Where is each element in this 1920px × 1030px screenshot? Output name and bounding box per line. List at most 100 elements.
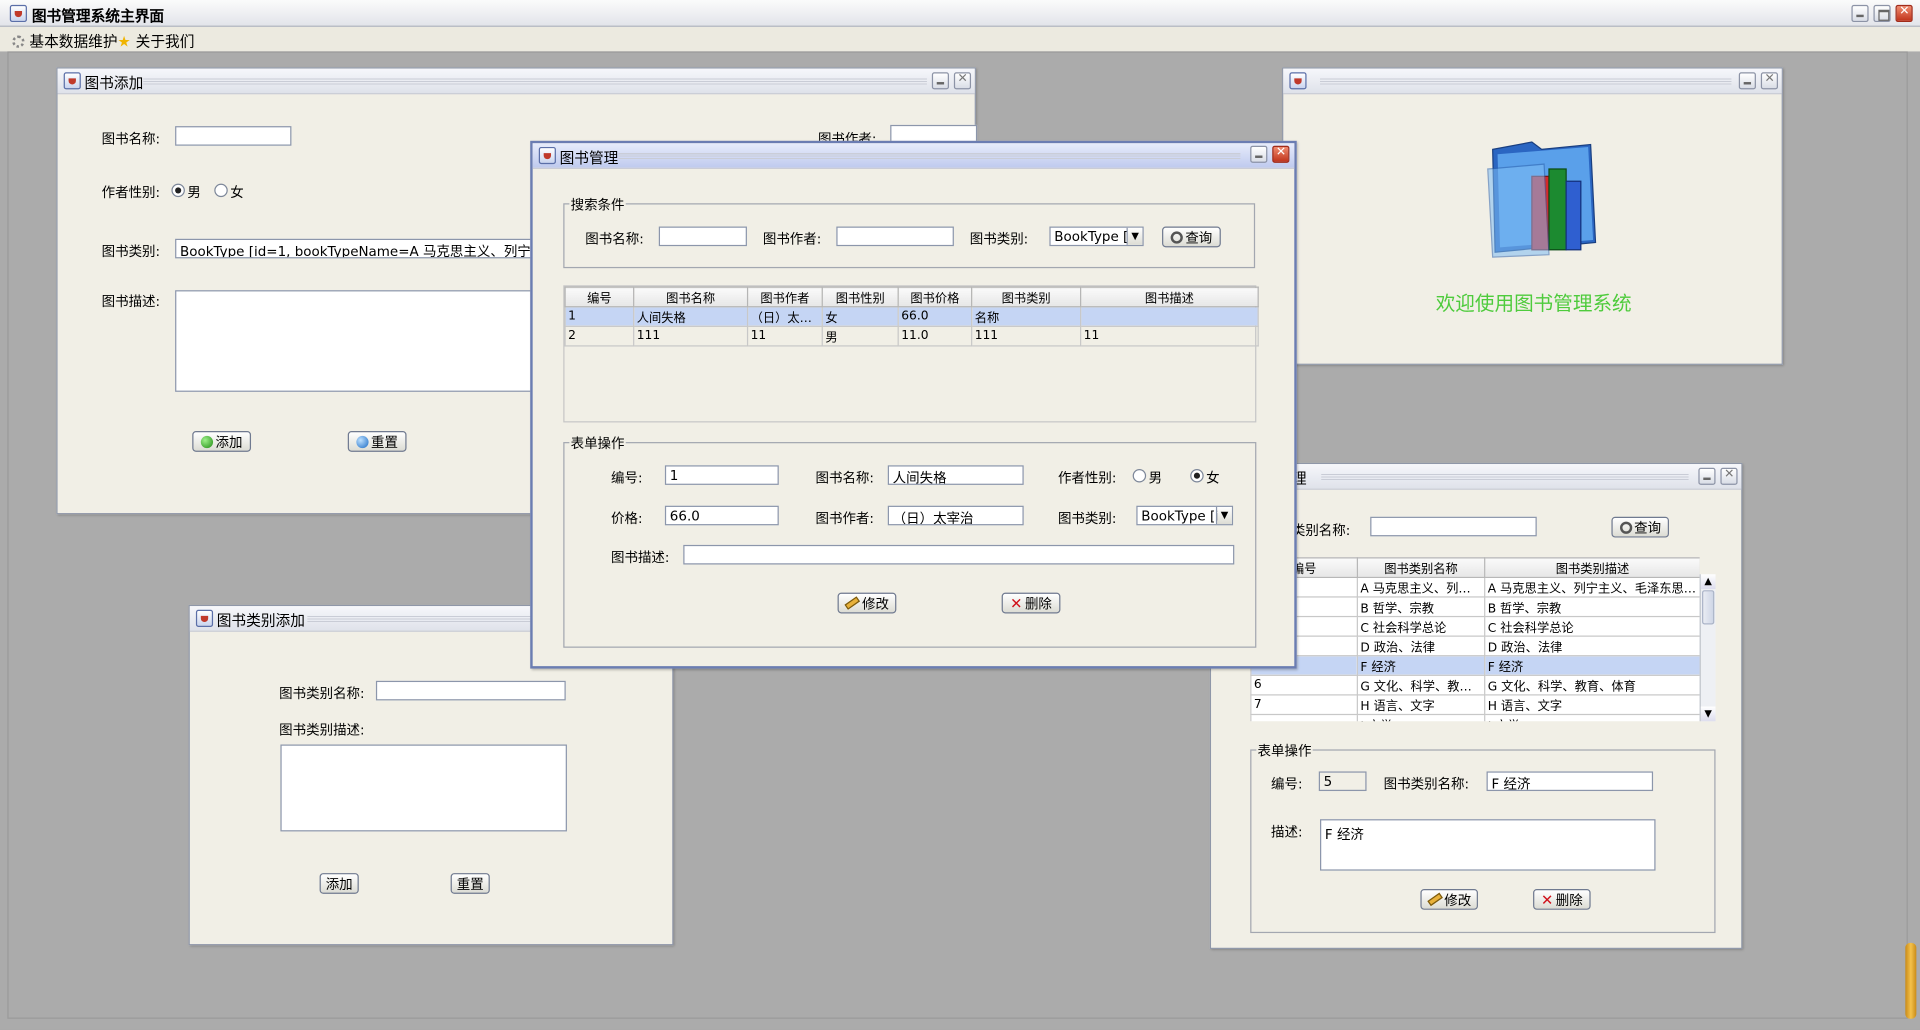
col-header-type[interactable]: 图书类别 (971, 286, 1082, 308)
table-cell-price[interactable]: 66.0 (897, 306, 973, 327)
table-cell-name[interactable]: C 社会科学总论 (1356, 615, 1486, 637)
reset-button[interactable]: 重置 (347, 431, 407, 452)
col-header-sex[interactable]: 图书性别 (821, 286, 899, 308)
table-cell-desc[interactable]: 11 (1080, 325, 1259, 347)
table-row[interactable]: F 经济 F 经济 (1250, 655, 1700, 676)
table-cell-desc[interactable]: B 哲学、宗教 (1484, 596, 1700, 618)
book-desc-textarea[interactable] (175, 290, 543, 392)
table-cell-name[interactable]: 人间失格 (633, 306, 749, 327)
table-cell-name[interactable]: B 哲学、宗教 (1356, 596, 1486, 618)
booktype-name-input[interactable] (375, 680, 566, 701)
table-cell-desc[interactable] (1080, 306, 1259, 327)
table-cell-type[interactable]: 111 (971, 325, 1082, 347)
table-row[interactable]: I 文学I 文学 (1250, 713, 1700, 722)
table-cell-desc[interactable]: F 经济 (1484, 655, 1700, 676)
booktype-modify-button[interactable]: 修改 (1420, 888, 1478, 910)
booktype-delete-button[interactable]: ✕ 删除 (1533, 888, 1591, 910)
close-button[interactable] (1272, 145, 1290, 163)
table-row[interactable]: A 马克思主义、列宁... A 马克思主义、列宁主义、毛泽东思想... (1250, 576, 1700, 598)
table-cell-price[interactable]: 11.0 (897, 325, 973, 347)
main-title-bar[interactable]: 图书管理系统主界面 (0, 0, 1920, 27)
table-cell-id[interactable]: 6 (1250, 674, 1358, 696)
table-cell-name[interactable]: A 马克思主义、列宁... (1356, 576, 1486, 598)
table-cell-desc[interactable]: A 马克思主义、列宁主义、毛泽东思想... (1484, 576, 1700, 598)
table-cell-name[interactable]: G 文化、科学、教育... (1356, 674, 1486, 696)
booktype-form-desc-textarea[interactable]: F 经济 (1320, 819, 1656, 871)
booktype-form-name-input[interactable]: F 经济 (1486, 771, 1654, 792)
chevron-down-icon[interactable]: ▼ (1126, 227, 1143, 245)
female-radio[interactable] (214, 183, 228, 198)
table-cell-name[interactable]: 111 (633, 325, 749, 347)
booktype-desc-textarea[interactable] (280, 744, 567, 832)
search-type-combo[interactable]: BookType [... ▼ (1049, 226, 1144, 247)
book-modify-button[interactable]: 修改 (837, 592, 897, 614)
resize-grip[interactable] (1905, 942, 1917, 1019)
form-price-input[interactable]: 66.0 (664, 505, 779, 526)
table-cell-author[interactable]: 11 (746, 325, 823, 347)
minimize-button[interactable] (1851, 4, 1869, 23)
booktype-reset-button[interactable]: 重置 (450, 873, 490, 894)
table-cell-desc[interactable]: C 社会科学总论 (1484, 615, 1700, 637)
book-name-input[interactable] (175, 126, 292, 146)
scroll-down-icon[interactable]: ▼ (1700, 706, 1716, 722)
scroll-up-icon[interactable]: ▲ (1700, 574, 1716, 589)
table-cell-id[interactable]: 2 (564, 325, 635, 347)
book-manage-title-bar[interactable]: 图书管理 (532, 143, 1295, 169)
minimize-button[interactable] (1738, 72, 1756, 90)
table-row[interactable]: 2 111 11 男 11.0 111 11 (564, 325, 1259, 347)
close-button[interactable] (1895, 4, 1913, 23)
table-cell-author[interactable]: （日）太宰治 (746, 306, 823, 327)
minimize-button[interactable] (1250, 145, 1268, 163)
table-cell-desc[interactable]: I 文学 (1484, 713, 1700, 722)
col-header-name[interactable]: 图书类别名称 (1356, 557, 1486, 578)
search-name-input[interactable] (658, 226, 747, 247)
welcome-title-bar[interactable] (1283, 68, 1782, 95)
booktype-add-button[interactable]: 添加 (319, 873, 359, 894)
col-header-name[interactable]: 图书名称 (633, 286, 749, 308)
book-add-title-bar[interactable]: 图书添加 (57, 68, 975, 95)
table-cell-id[interactable] (1250, 713, 1358, 722)
col-header-desc[interactable]: 图书描述 (1080, 286, 1259, 308)
col-header-id[interactable]: 编号 (564, 286, 635, 308)
table-cell-name[interactable]: F 经济 (1356, 655, 1486, 676)
book-query-button[interactable]: 查询 (1162, 226, 1221, 248)
col-header-author[interactable]: 图书作者 (746, 286, 823, 308)
minimize-button[interactable] (1698, 467, 1716, 485)
col-header-desc[interactable]: 图书类别描述 (1484, 557, 1700, 578)
table-cell-name[interactable]: H 语言、文字 (1356, 694, 1486, 716)
book-delete-button[interactable]: ✕ 删除 (1001, 592, 1061, 614)
form-author-input[interactable]: （日）太宰治 (887, 505, 1024, 526)
table-cell-sex[interactable]: 男 (821, 325, 899, 347)
col-header-price[interactable]: 图书价格 (897, 286, 973, 308)
booktype-id-input[interactable]: 5 (1318, 771, 1367, 792)
close-button[interactable] (1760, 72, 1778, 90)
form-id-input[interactable]: 1 (664, 465, 779, 485)
form-male-radio[interactable] (1132, 468, 1147, 483)
table-cell-sex[interactable]: 女 (821, 306, 899, 327)
add-button[interactable]: 添加 (192, 431, 252, 452)
male-radio[interactable] (171, 183, 185, 198)
form-type-combo[interactable]: BookType [i... ▼ (1136, 505, 1234, 526)
booktype-table-scrollbar[interactable]: ▲ ▼ (1699, 574, 1716, 722)
form-desc-input[interactable] (683, 544, 1235, 565)
form-female-radio[interactable] (1190, 468, 1204, 483)
book-type-combo[interactable]: BookType [id=1, bookTypeName=A 马克思主义、列宁主… (175, 238, 543, 259)
table-cell-type[interactable]: 名称 (971, 306, 1082, 327)
close-button[interactable] (953, 72, 972, 90)
search-author-input[interactable] (836, 226, 954, 247)
close-button[interactable] (1720, 467, 1738, 485)
table-cell-desc[interactable]: H 语言、文字 (1484, 694, 1700, 716)
table-row[interactable]: 7H 语言、文字 H 语言、文字 (1250, 694, 1700, 716)
table-row[interactable]: D 政治、法律 D 政治、法律 (1250, 635, 1700, 657)
scroll-thumb[interactable] (1702, 590, 1715, 625)
minimize-button[interactable] (931, 72, 949, 90)
menu-basic-data[interactable]: 基本数据维护 (12, 31, 118, 52)
table-cell-desc[interactable]: D 政治、法律 (1484, 635, 1700, 657)
table-row[interactable]: B 哲学、宗教 B 哲学、宗教 (1250, 596, 1700, 618)
menu-about-us[interactable]: ★ 关于我们 (118, 31, 195, 52)
table-cell-id[interactable]: 7 (1250, 694, 1358, 716)
maximize-button[interactable] (1873, 4, 1891, 23)
booktype-search-input[interactable] (1370, 516, 1537, 537)
table-row[interactable]: C 社会科学总论 C 社会科学总论 (1250, 615, 1700, 637)
table-cell-desc[interactable]: G 文化、科学、教育、体育 (1484, 674, 1700, 696)
